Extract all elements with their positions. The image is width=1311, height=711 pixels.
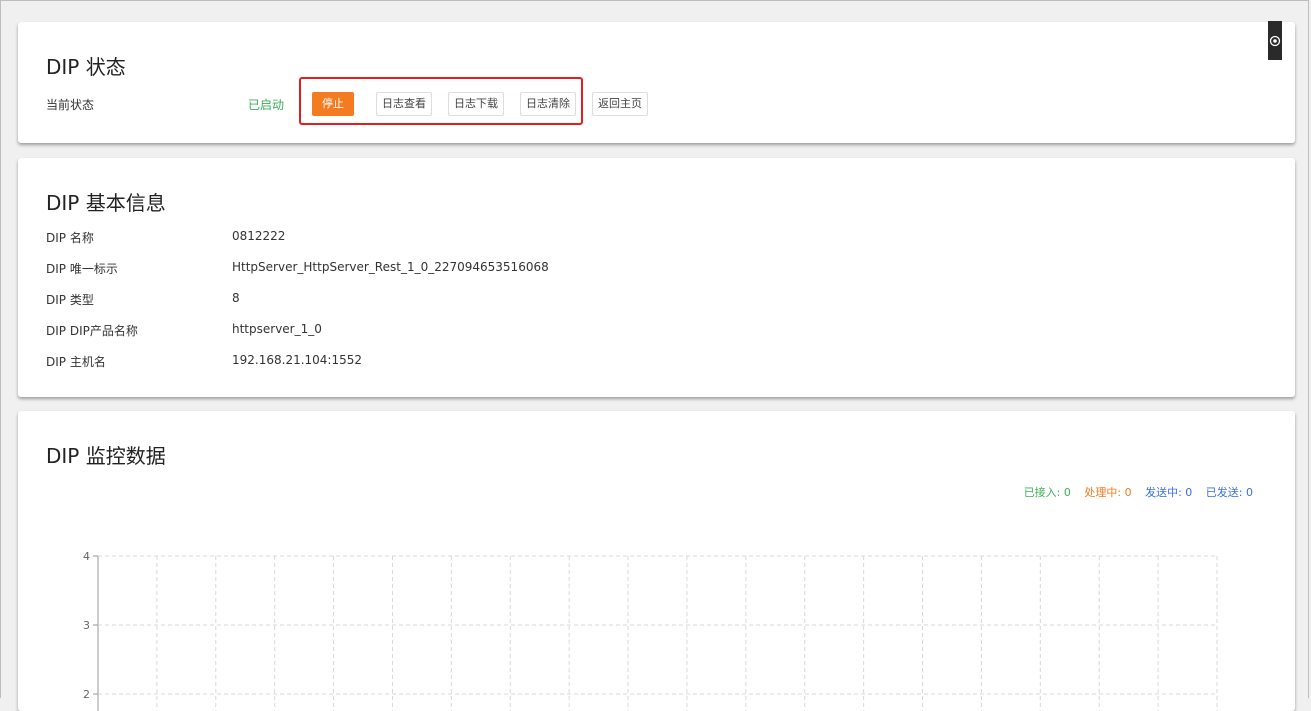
view-log-button[interactable]: 日志查看 (376, 92, 432, 116)
current-status-value: 已启动 (248, 98, 285, 112)
y-tick-label: 3 (83, 619, 90, 632)
status-card-title: DIP 状态 (46, 55, 126, 79)
back-home-button[interactable]: 返回主页 (592, 92, 648, 116)
dip-product-name-label: DIP DIP产品名称 (46, 324, 138, 338)
eye-icon (1269, 35, 1281, 46)
current-status-label: 当前状态 (46, 98, 95, 112)
status-card: DIP 状态 当前状态 已启动 停止 日志查看 日志下载 日志清除 返回主页 (18, 22, 1295, 143)
basic-info-title: DIP 基本信息 (46, 191, 166, 215)
dip-hostname-label: DIP 主机名 (46, 355, 106, 369)
download-log-button[interactable]: 日志下载 (448, 92, 504, 116)
stop-button[interactable]: 停止 (312, 92, 354, 116)
dip-hostname-value: 192.168.21.104:1552 (232, 353, 363, 367)
dip-type-label: DIP 类型 (46, 293, 94, 307)
dip-unique-id-value: HttpServer_HttpServer_Rest_1_0_227094653… (232, 260, 549, 274)
dip-type-value: 8 (232, 291, 240, 305)
y-tick-label: 2 (83, 688, 90, 701)
side-tab[interactable] (1268, 21, 1282, 60)
monitor-card: DIP 监控数据 已接入: 0 处理中: 0 发送中: 0 已发送: 0 432 (18, 411, 1295, 711)
dip-name-label: DIP 名称 (46, 231, 94, 245)
dip-unique-id-label: DIP 唯一标示 (46, 262, 118, 276)
y-tick-label: 4 (83, 550, 90, 563)
dip-product-name-value: httpserver_1_0 (232, 322, 322, 336)
clear-log-button[interactable]: 日志清除 (520, 92, 576, 116)
basic-info-card: DIP 基本信息 DIP 名称 0812222 DIP 唯一标示 HttpSer… (18, 158, 1295, 397)
monitor-chart: 4 3 2 (83, 550, 1218, 711)
dip-name-value: 0812222 (232, 229, 286, 243)
